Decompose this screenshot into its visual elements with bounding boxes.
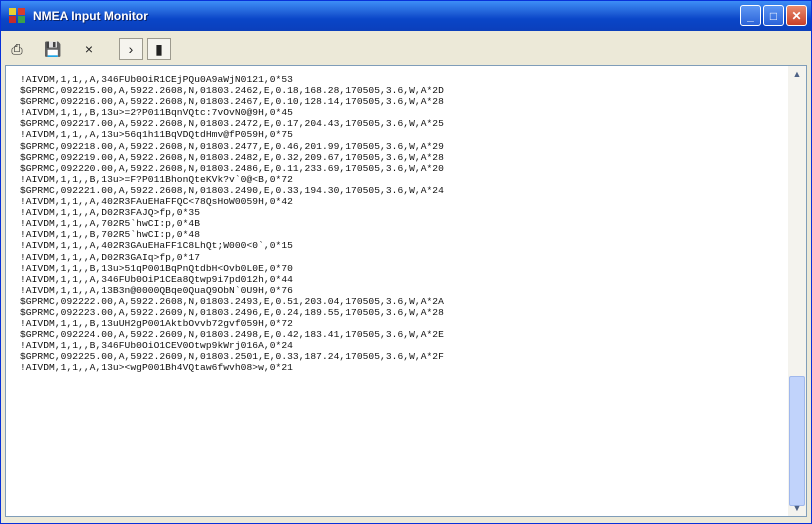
vertical-scrollbar[interactable]: ▲ ▼ xyxy=(788,66,806,516)
log-line: !AIVDM,1,1,,A,13u>56q1h11BqVDQtdHmv@fP05… xyxy=(20,129,293,141)
scroll-thumb[interactable] xyxy=(789,376,805,506)
log-line: $GPRMC,092222.00,A,5922.2608,N,01803.249… xyxy=(20,295,444,307)
log-line: $GPRMC,092224.00,A,5922.2609,N,01803.249… xyxy=(20,329,444,341)
log-line: $GPRMC,092218.00,A,5922.2608,N,01803.247… xyxy=(20,140,444,152)
log-line: !AIVDM,1,1,,A,D02R3GAIq>fp,0*17 xyxy=(20,251,201,263)
log-line: !AIVDM,1,1,,A,346FUb0OiP1CEa8Qtwp9i7pd01… xyxy=(20,273,293,285)
app-icon xyxy=(9,8,27,24)
log-line: !AIVDM,1,1,,A,13B3n@0000QBqe0QuaQ9ObN`0U… xyxy=(20,284,293,296)
log-line: !AIVDM,1,1,,B,13uUH2gP001AktbOvvb72gvf05… xyxy=(20,318,293,330)
window-title: NMEA Input Monitor xyxy=(33,9,148,23)
minimize-button[interactable]: _ xyxy=(740,5,761,26)
title-bar[interactable]: NMEA Input Monitor _ □ ✕ xyxy=(1,1,811,31)
toolbar: ⎙ 💾 × › ▮ xyxy=(5,35,807,63)
maximize-button[interactable]: □ xyxy=(763,5,784,26)
log-line: !AIVDM,1,1,,A,13u><wgP001Bh4VQtaw6fwvh08… xyxy=(20,362,293,374)
log-line: !AIVDM,1,1,,A,D02R3FAJQ>fp,0*35 xyxy=(20,207,201,219)
log-line: $GPRMC,092220.00,A,5922.2608,N,01803.248… xyxy=(20,162,444,174)
close-button[interactable]: ✕ xyxy=(786,5,807,26)
log-line: !AIVDM,1,1,,A,402R3GAuEHaFF1C8LhQt;W000<… xyxy=(20,240,293,252)
log-line: $GPRMC,092216.00,A,5922.2608,N,01803.246… xyxy=(20,96,444,108)
window-controls: _ □ ✕ xyxy=(740,5,807,26)
log-line: !AIVDM,1,1,,B,702R5`hwCI:p,0*48 xyxy=(20,229,201,241)
nmea-log-panel[interactable]: !AIVDM,1,1,,A,346FUb0OiR1CEjPQu0A9aWjN01… xyxy=(5,65,807,517)
log-line: $GPRMC,092217.00,A,5922.2608,N,01803.247… xyxy=(20,118,444,130)
log-line: $GPRMC,092215.00,A,5922.2608,N,01803.246… xyxy=(20,85,444,97)
log-line: !AIVDM,1,1,,A,702R5`hwCI:p,0*4B xyxy=(20,218,201,230)
clear-button[interactable]: × xyxy=(77,38,101,60)
log-line: $GPRMC,092221.00,A,5922.2608,N,01803.249… xyxy=(20,184,444,196)
pause-button[interactable]: ▮ xyxy=(147,38,171,60)
log-line: !AIVDM,1,1,,B,13u>51qP001BqPnQtdbH<Ovb0L… xyxy=(20,262,293,274)
log-line: !AIVDM,1,1,,B,346FUb0OiO1CEV0Otwp9kWrj01… xyxy=(20,340,293,352)
nmea-log: !AIVDM,1,1,,A,346FUb0OiR1CEjPQu0A9aWjN01… xyxy=(20,74,780,508)
log-line: !AIVDM,1,1,,B,13u>=F?P011BhonQteKVk?v`0@… xyxy=(20,173,293,185)
log-line: $GPRMC,092219.00,A,5922.2608,N,01803.248… xyxy=(20,151,444,163)
log-line: !AIVDM,1,1,,A,346FUb0OiR1CEjPQu0A9aWjN01… xyxy=(20,74,293,85)
log-line: $GPRMC,092223.00,A,5922.2609,N,01803.249… xyxy=(20,306,444,318)
log-line: $GPRMC,092225.00,A,5922.2609,N,01803.250… xyxy=(20,351,444,363)
play-button[interactable]: › xyxy=(119,38,143,60)
scroll-up-icon[interactable]: ▲ xyxy=(789,66,805,82)
save-icon[interactable]: 💾 xyxy=(41,38,65,60)
app-window: NMEA Input Monitor _ □ ✕ ⎙ 💾 × › ▮ !AIVD… xyxy=(0,0,812,524)
print-icon[interactable]: ⎙ xyxy=(5,38,29,60)
log-line: !AIVDM,1,1,,B,13u>=2?P011BqnVQtc:7vOvN0@… xyxy=(20,107,293,119)
log-line: !AIVDM,1,1,,A,402R3FAuEHaFFQC<78QsHoW005… xyxy=(20,196,293,208)
scroll-down-icon[interactable]: ▼ xyxy=(789,500,805,516)
